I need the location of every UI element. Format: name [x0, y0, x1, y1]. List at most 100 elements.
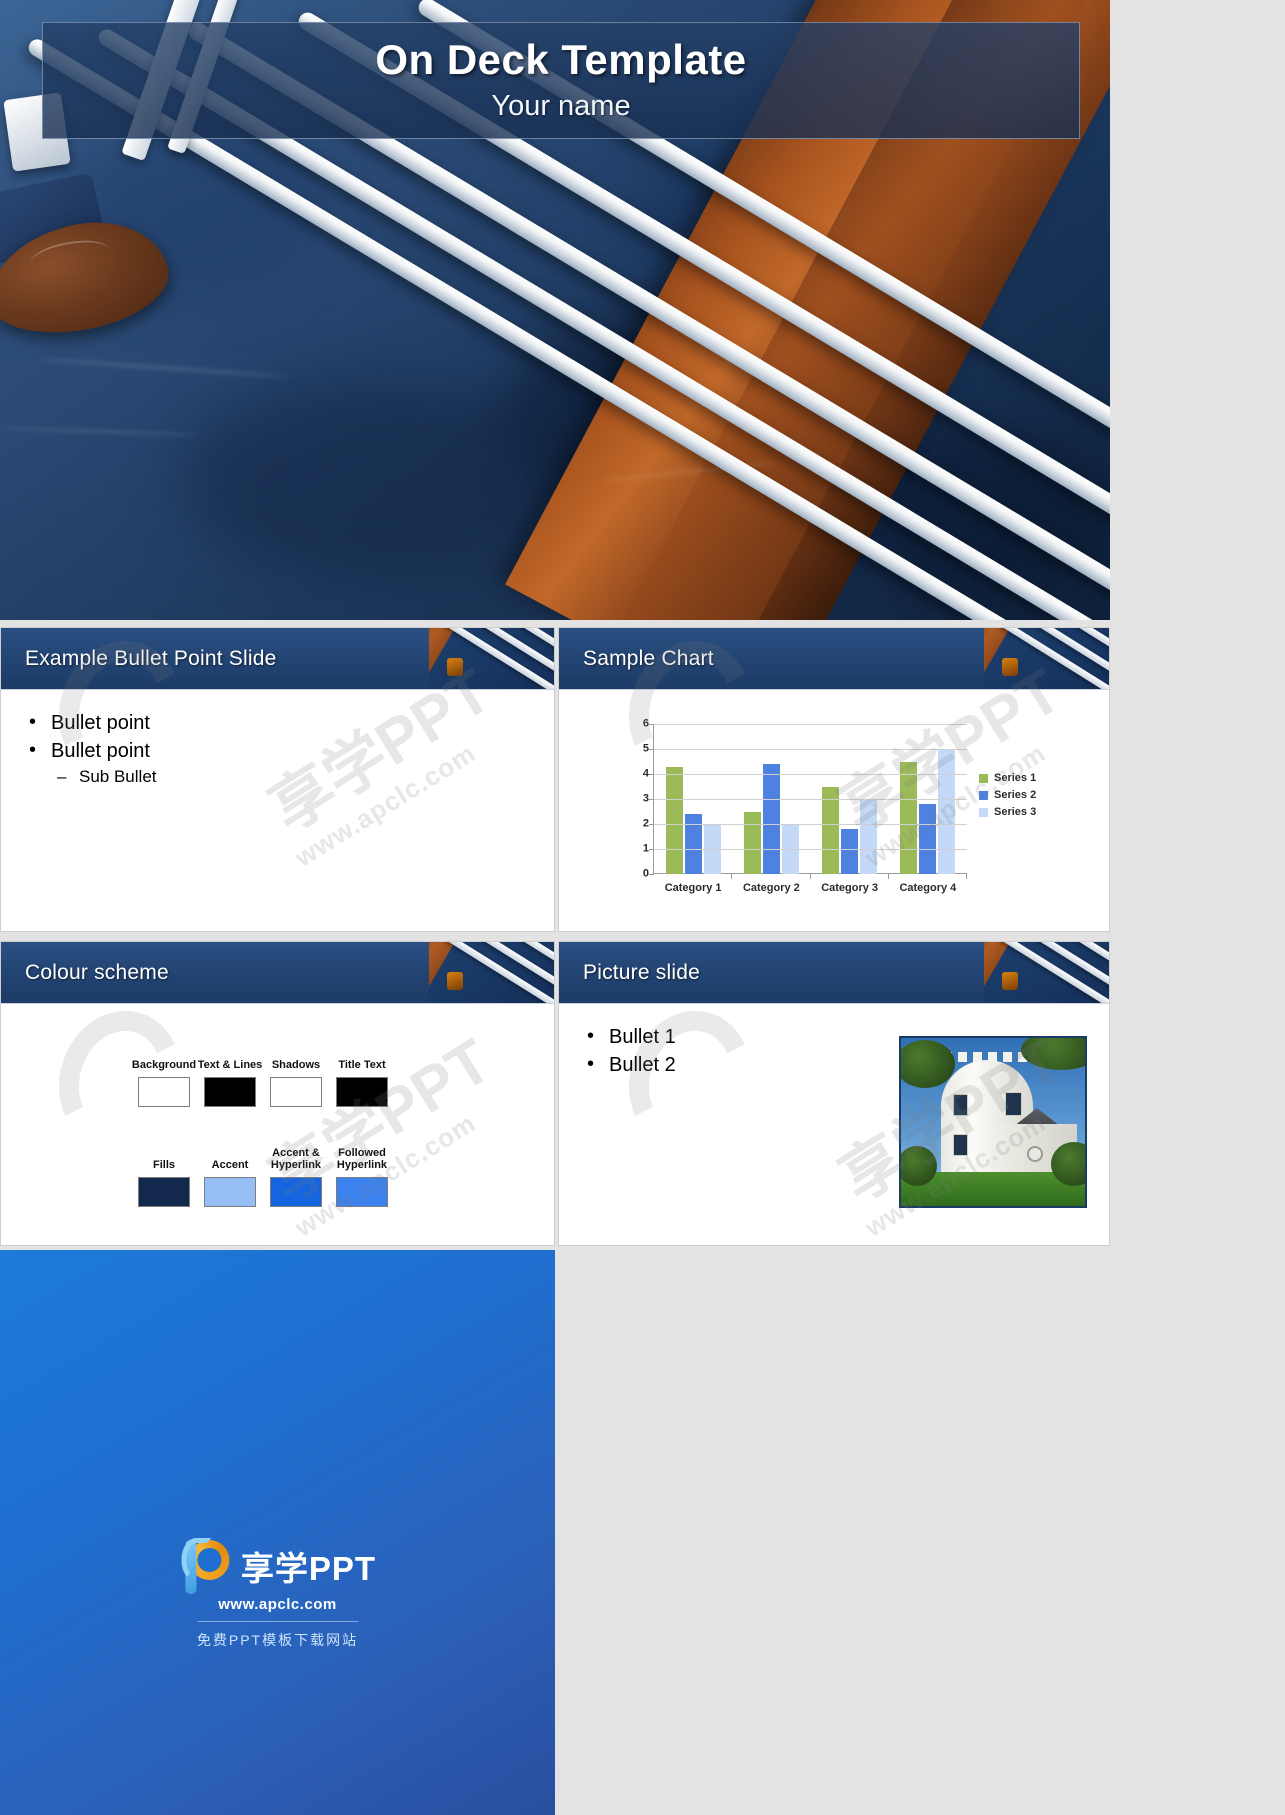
grid-line [654, 749, 967, 750]
colour-swatch-cell[interactable]: Fills [131, 1144, 197, 1207]
legend-label: Series 1 [994, 772, 1037, 784]
slide-content: 0123456 Category 1 Category 2 Category 3 Ca… [559, 690, 1109, 931]
y-tick [649, 824, 654, 825]
slide-bullet-points[interactable]: Example Bullet Point Slide Bullet point … [0, 627, 555, 932]
colour-swatch-box[interactable] [270, 1077, 322, 1107]
sub-list-item: Sub Bullet [51, 767, 534, 787]
slide-content: Background Text & Lines Shadows Title Text … [1, 1004, 554, 1245]
divider [196, 1621, 359, 1622]
list-item: Bullet point Sub Bullet [21, 739, 534, 787]
colour-swatch-box[interactable] [336, 1077, 388, 1107]
apclc-logo-icon [179, 1538, 231, 1594]
plot-region: Category 1 Category 2 Category 3 Category 4 [649, 724, 968, 894]
bar [841, 829, 859, 874]
header-cleat [447, 972, 463, 990]
slide-header: Example Bullet Point Slide [1, 628, 554, 690]
bar [860, 799, 878, 874]
page-subtitle: Your name [491, 90, 631, 123]
bar [665, 766, 683, 874]
colour-swatch-cell[interactable]: Title Text [329, 1044, 395, 1107]
slide-header: Colour scheme [1, 942, 554, 1004]
footer-brand-panel: 享学PPT www.apclc.com 免费PPT模板下载网站 [0, 1250, 555, 1815]
colour-swatch-row-2: Fills Accent Accent & Hyperlink Followed Hy… [131, 1144, 395, 1207]
brand-name: 享学PPT [240, 1550, 377, 1587]
list-item: Bullet point [21, 711, 534, 735]
slide-title: Colour scheme [25, 960, 169, 984]
bar [743, 811, 761, 874]
x-axis-label: Category 2 [742, 882, 800, 894]
legend-label: Series 2 [994, 789, 1037, 801]
header-cleat [1002, 972, 1018, 990]
y-axis-ticks: 0123456 [627, 718, 649, 879]
bar [919, 804, 937, 874]
brand-url[interactable]: www.apclc.com [179, 1596, 376, 1613]
colour-swatch-box[interactable] [138, 1077, 190, 1107]
legend-swatch [979, 807, 988, 817]
colour-swatch-label: Fills [152, 1159, 175, 1172]
legend-swatch [979, 773, 988, 783]
colour-swatch-label: Title Text [338, 1059, 386, 1072]
bar [684, 814, 702, 874]
grid-line [654, 824, 967, 825]
bullet-list: Bullet point Bullet point Sub Bullet [21, 711, 534, 787]
legend-item: Series 1 [979, 772, 1036, 784]
colour-swatch-box[interactable] [270, 1177, 322, 1207]
brand-logo-block[interactable]: 享学PPT www.apclc.com 免费PPT模板下载网站 [179, 1538, 376, 1650]
colour-swatch-label: Shadows [271, 1059, 321, 1072]
round-window [1027, 1146, 1043, 1162]
page-title: On Deck Template [375, 35, 747, 83]
colour-swatch-cell[interactable]: Accent [197, 1144, 263, 1207]
slide-title: Picture slide [583, 960, 700, 984]
bar [762, 764, 780, 874]
bar [938, 749, 956, 874]
x-axis-label: Category 3 [821, 882, 879, 894]
y-tick [649, 749, 654, 750]
header-image [984, 628, 1109, 689]
title-slide[interactable]: On Deck Template Your name [0, 0, 1110, 620]
colour-swatch-cell[interactable]: Accent & Hyperlink [263, 1144, 329, 1207]
slide-colour-scheme[interactable]: Colour scheme Background Text & Lines Shad… [0, 941, 555, 1246]
chart-legend: Series 1 Series 2 Series 3 [979, 772, 1036, 823]
slide-content: Bullet point Bullet point Sub Bullet [1, 690, 554, 931]
bar-chart: 0123456 Category 1 Category 2 Category 3 Ca… [579, 712, 1089, 909]
header-cleat [447, 658, 463, 676]
list-item-label: Bullet point [51, 740, 150, 762]
colour-swatch-cell[interactable]: Background [131, 1044, 197, 1107]
colour-swatch-label: Background [131, 1059, 197, 1072]
window [953, 1094, 968, 1116]
y-tick [649, 849, 654, 850]
legend-swatch [979, 790, 988, 800]
x-axis-label: Category 1 [664, 882, 722, 894]
colour-swatch-box[interactable] [138, 1177, 190, 1207]
slide-picture[interactable]: Picture slide Bullet 1 Bullet 2 [558, 941, 1110, 1246]
brand-tagline: 免费PPT模板下载网站 [196, 1632, 359, 1648]
colour-swatch-box[interactable] [336, 1177, 388, 1207]
colour-swatch-cell[interactable]: Shadows [263, 1044, 329, 1107]
colour-swatch-box[interactable] [204, 1177, 256, 1207]
colour-swatch-row-1: Background Text & Lines Shadows Title Text [131, 1044, 395, 1107]
header-cleat [1002, 658, 1018, 676]
brand-logo-row: 享学PPT [179, 1538, 376, 1594]
slide-sample-chart[interactable]: Sample Chart 0123456 Category 1 Category … [558, 627, 1110, 932]
legend-label: Series 3 [994, 806, 1037, 818]
chart-plot-area: 0123456 Category 1 Category 2 Category 3 Ca… [627, 718, 968, 894]
slide-title: Sample Chart [583, 646, 714, 670]
slide-content: Bullet 1 Bullet 2 [559, 1004, 1109, 1245]
y-tick [649, 874, 654, 875]
slide-preview-page: On Deck Template Your name Example Bulle… [0, 0, 1285, 1815]
colour-swatch-cell[interactable]: Text & Lines [197, 1044, 263, 1107]
colour-swatch-box[interactable] [204, 1077, 256, 1107]
slide-title: Example Bullet Point Slide [25, 646, 277, 670]
colour-swatch-label: Accent [211, 1159, 249, 1172]
legend-item: Series 2 [979, 789, 1036, 801]
window [1005, 1092, 1022, 1116]
header-image [429, 628, 554, 689]
y-tick [649, 774, 654, 775]
header-image [984, 942, 1109, 1003]
colour-swatch-label: Followed Hyperlink [336, 1146, 388, 1172]
colour-swatch-cell[interactable]: Followed Hyperlink [329, 1144, 395, 1207]
legend-item: Series 3 [979, 806, 1036, 818]
colour-swatch-label: Accent & Hyperlink [270, 1146, 322, 1172]
picture-placeholder[interactable] [899, 1036, 1087, 1208]
header-image [429, 942, 554, 1003]
